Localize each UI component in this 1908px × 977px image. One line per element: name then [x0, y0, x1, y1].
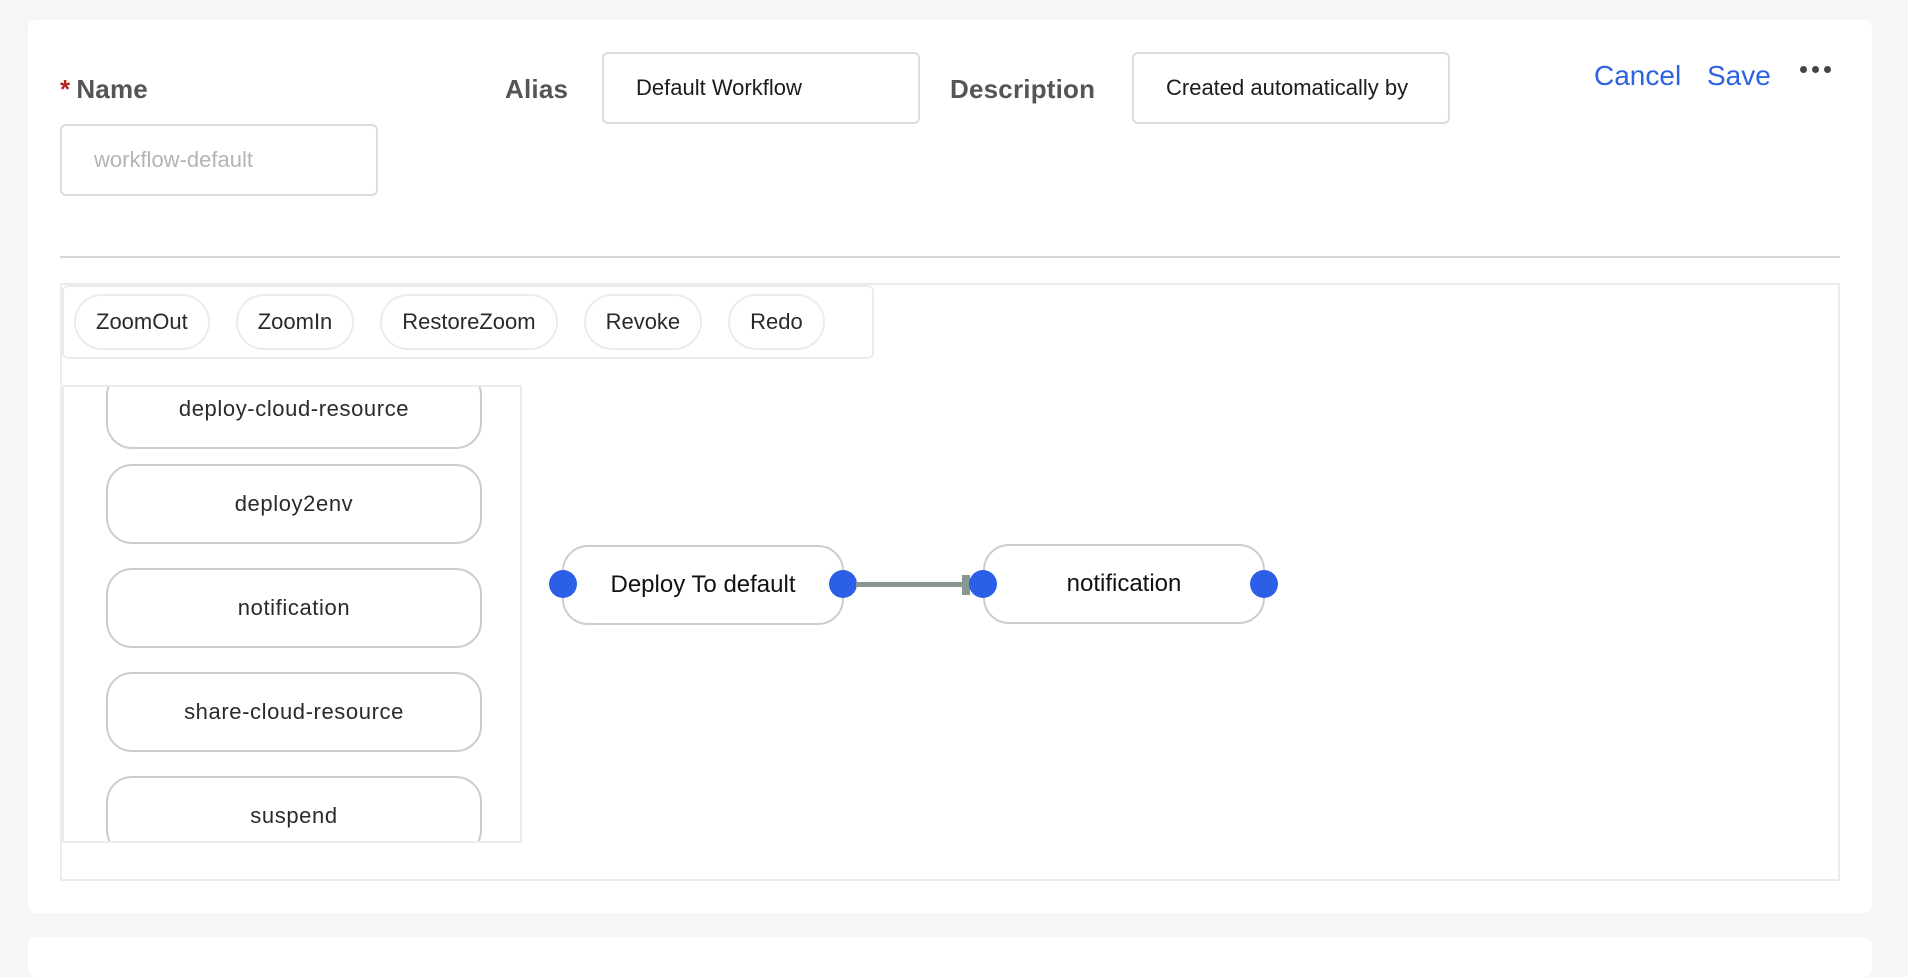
step-palette[interactable]: deploy-cloud-resource deploy2env notific… [62, 385, 522, 843]
palette-item-deploy2env[interactable]: deploy2env [106, 464, 482, 544]
section-divider [60, 256, 1840, 258]
workflow-edge[interactable] [856, 582, 968, 587]
node-output-port[interactable] [1250, 570, 1278, 598]
node-output-port[interactable] [829, 570, 857, 598]
canvas-toolbar: ZoomOut ZoomIn RestoreZoom Revoke Redo [62, 285, 874, 359]
redo-button[interactable]: Redo [728, 294, 825, 350]
palette-item-suspend[interactable]: suspend [106, 776, 482, 841]
alias-label: Alias [505, 74, 569, 104]
palette-item-notification[interactable]: notification [106, 568, 482, 648]
workflow-node-notification[interactable]: notification [983, 544, 1265, 624]
required-mark: * [60, 74, 71, 104]
palette-item-deploy-cloud-resource[interactable]: deploy-cloud-resource [106, 387, 482, 449]
revoke-button[interactable]: Revoke [583, 294, 703, 350]
more-horizontal-icon [1800, 66, 1807, 73]
next-card [28, 937, 1872, 977]
cancel-button[interactable]: Cancel [1594, 60, 1681, 92]
description-input[interactable]: Created automatically by [1132, 52, 1450, 124]
more-dot [1812, 66, 1819, 73]
more-options-button[interactable] [1800, 66, 1831, 73]
palette-item-share-cloud-resource[interactable]: share-cloud-resource [106, 672, 482, 752]
restore-zoom-button[interactable]: RestoreZoom [380, 294, 558, 350]
name-label: * Name [60, 74, 148, 105]
zoom-out-button[interactable]: ZoomOut [74, 294, 210, 350]
name-label-text: Name [76, 74, 148, 104]
save-button[interactable]: Save [1707, 60, 1771, 92]
zoom-in-button[interactable]: ZoomIn [235, 294, 355, 350]
description-label: Description [950, 74, 1096, 104]
workflow-node-deploy[interactable]: Deploy To default [562, 545, 844, 625]
alias-input[interactable]: Default Workflow [602, 52, 920, 124]
node-input-port[interactable] [969, 570, 997, 598]
name-input[interactable]: workflow-default [60, 124, 378, 196]
more-dot [1824, 66, 1831, 73]
node-input-port[interactable] [549, 570, 577, 598]
